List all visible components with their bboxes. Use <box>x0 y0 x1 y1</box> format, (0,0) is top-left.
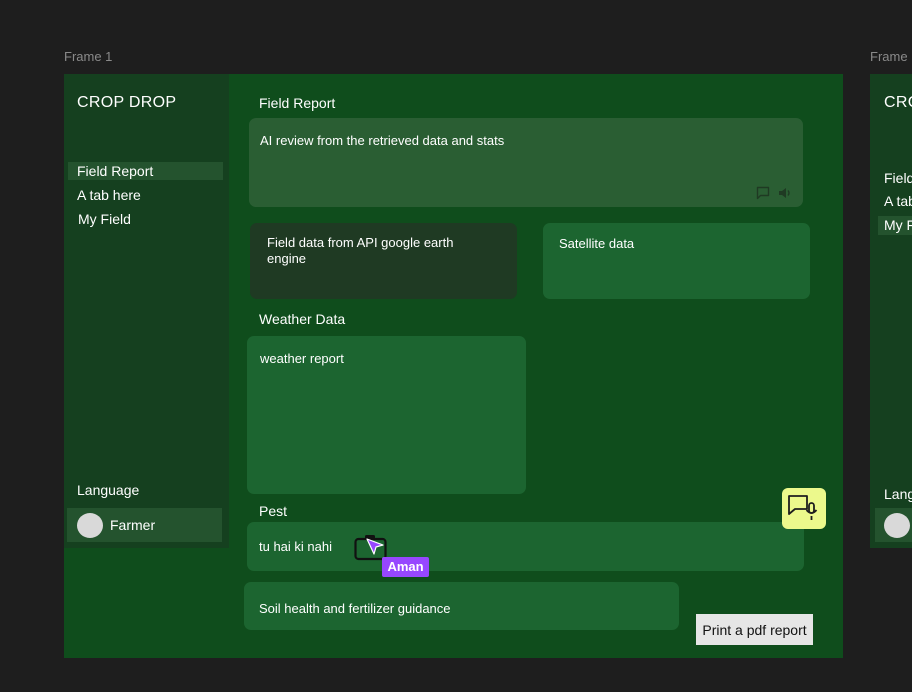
weather-text: weather report <box>260 351 344 366</box>
collaborator-name-tag: Aman <box>382 557 429 577</box>
frame-2-nav-field[interactable]: Field <box>884 170 912 186</box>
frame-2-avatar <box>884 513 910 538</box>
speaker-icon[interactable] <box>777 185 793 201</box>
ai-review-card: AI review from the retrieved data and st… <box>249 118 803 207</box>
api-data-card: Field data from API google earth engine <box>250 223 517 299</box>
voice-chat-icon <box>788 495 818 520</box>
comment-icon[interactable] <box>755 185 771 201</box>
frame-2-user-profile[interactable] <box>875 508 912 542</box>
frame-1-label[interactable]: Frame 1 <box>64 49 112 64</box>
user-profile[interactable]: Farmer <box>67 508 222 542</box>
frame-2-brand: CRC <box>884 94 912 111</box>
frame-2: CRC Field A tab My F Lang <box>870 74 912 548</box>
ai-review-text: AI review from the retrieved data and st… <box>260 133 505 148</box>
field-report-heading: Field Report <box>259 95 336 111</box>
avatar <box>77 513 103 538</box>
sidebar-item-field-report[interactable]: Field Report <box>68 162 223 180</box>
language-label[interactable]: Language <box>77 482 139 498</box>
satellite-card: Satellite data <box>543 223 810 299</box>
brand-title: CROP DROP <box>77 94 177 111</box>
frame-2-label[interactable]: Frame <box>870 49 908 64</box>
print-pdf-button[interactable]: Print a pdf report <box>696 614 813 645</box>
frame-2-language-label[interactable]: Lang <box>884 486 912 502</box>
pest-heading: Pest <box>259 503 288 519</box>
soil-card: Soil health and fertilizer guidance <box>244 582 679 630</box>
cursor-icon <box>365 537 385 557</box>
weather-heading: Weather Data <box>259 311 346 327</box>
voice-chat-button[interactable] <box>782 488 826 529</box>
sidebar-item-my-field[interactable]: My Field <box>78 210 131 228</box>
sidebar: CROP DROP Field Report A tab here My Fie… <box>64 74 229 548</box>
frame-2-nav-my-field[interactable]: My F <box>878 216 912 235</box>
user-name: Farmer <box>110 517 156 533</box>
pest-text: tu hai ki nahi <box>259 539 332 554</box>
weather-card: weather report <box>247 336 526 494</box>
soil-text: Soil health and fertilizer guidance <box>259 601 451 616</box>
satellite-text: Satellite data <box>559 236 635 251</box>
frame-2-nav-tab[interactable]: A tab <box>884 193 912 209</box>
pest-card: tu hai ki nahi <box>247 522 804 571</box>
sidebar-item-a-tab-here[interactable]: A tab here <box>77 186 141 204</box>
frame-1: CROP DROP Field Report A tab here My Fie… <box>64 74 843 658</box>
api-data-text: Field data from API google earth engine <box>267 235 454 266</box>
